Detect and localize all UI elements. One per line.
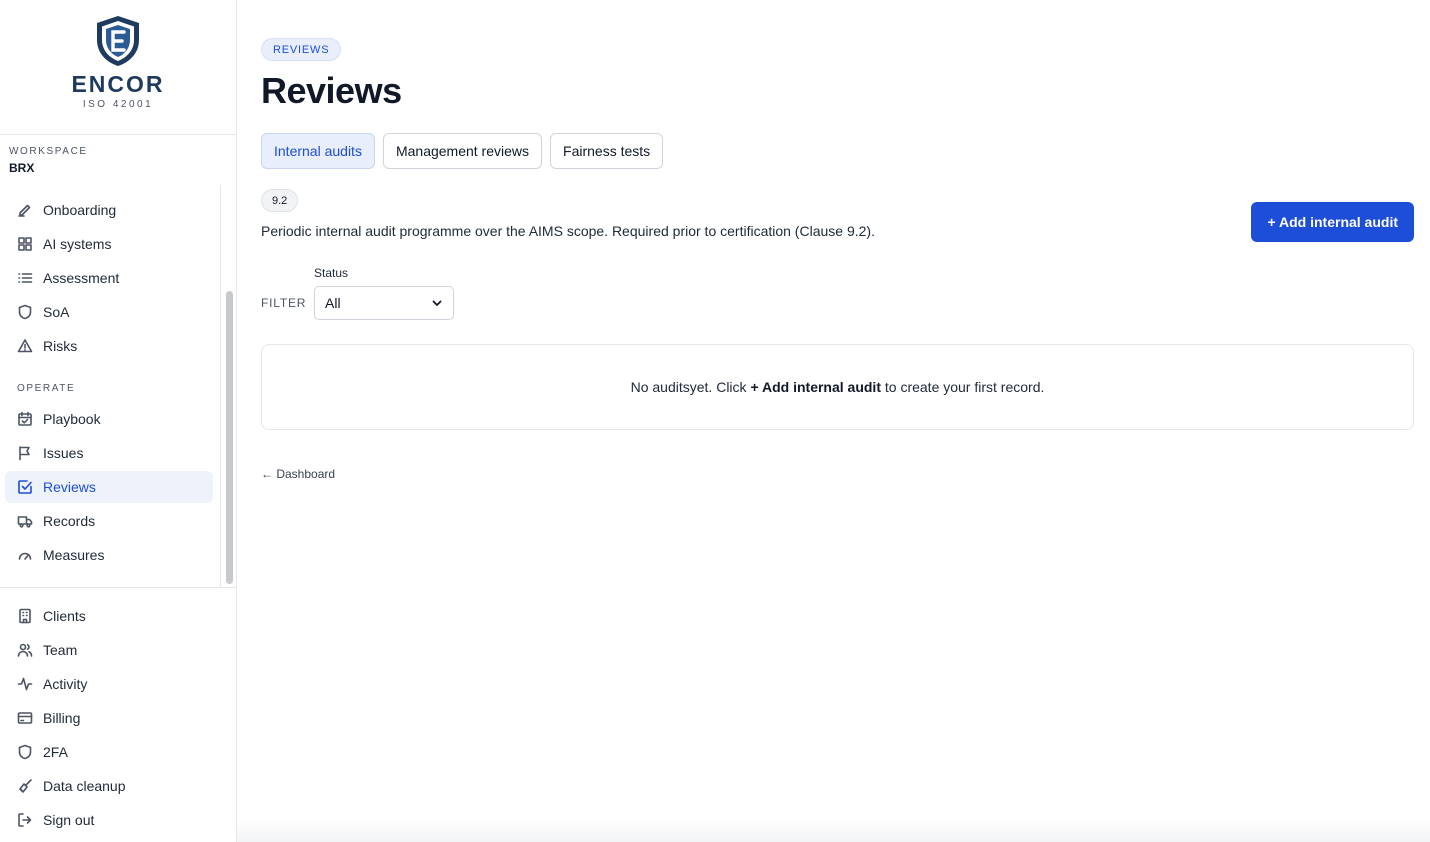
tab-internal-audits[interactable]: Internal audits — [261, 133, 375, 169]
nav-item-label: 2FA — [43, 744, 68, 760]
nav-item-playbook[interactable]: Playbook — [5, 403, 213, 435]
nav-item-label: AI systems — [43, 236, 112, 252]
empty-text-before: No auditsyet. Click — [630, 379, 751, 395]
nav-item-label: Data cleanup — [43, 778, 126, 794]
nav-item-label: Playbook — [43, 411, 101, 427]
sidebar: ENCOR ISO 42001 WORKSPACE BRX Onboarding… — [0, 0, 237, 842]
add-internal-audit-button[interactable]: + Add internal audit — [1251, 202, 1414, 242]
status-label: Status — [314, 266, 349, 280]
nav-item-billing[interactable]: Billing — [5, 702, 213, 734]
empty-text-emphasis: + Add internal audit — [750, 379, 881, 395]
nav-item-risks[interactable]: Risks — [5, 330, 213, 362]
calendar-check-icon — [17, 411, 33, 427]
nav-item-label: Activity — [43, 676, 88, 692]
brand-logo[interactable]: ENCOR ISO 42001 — [0, 0, 236, 135]
empty-state: No auditsyet. Click + Add internal audit… — [261, 344, 1414, 430]
list-icon — [17, 270, 33, 286]
nav-item-ai-systems[interactable]: AI systems — [5, 228, 213, 260]
chevron-down-icon — [432, 300, 442, 306]
section-pill: REVIEWS — [261, 38, 342, 61]
building-icon — [17, 608, 33, 624]
shield-icon — [17, 304, 33, 320]
broom-icon — [17, 778, 33, 794]
nav-item-clients[interactable]: Clients — [5, 600, 213, 632]
brand-name: ENCOR — [71, 71, 165, 97]
grid-icon — [17, 236, 33, 252]
bottom-nav: Clients Team Activity Billing 2FA Data c… — [0, 588, 236, 842]
clause-badge: 9.2 — [261, 189, 299, 212]
nav-item-records[interactable]: Records — [5, 505, 213, 537]
workspace-label: WORKSPACE — [9, 146, 88, 157]
nav-item-label: Risks — [43, 338, 78, 354]
nav-item-data-cleanup[interactable]: Data cleanup — [5, 770, 213, 802]
nav-item-activity[interactable]: Activity — [5, 668, 213, 700]
gauge-icon — [17, 547, 33, 563]
filter-label: FILTER — [261, 296, 307, 310]
credit-card-icon — [17, 710, 33, 726]
nav-item-issues[interactable]: Issues — [5, 437, 213, 469]
bottom-fade — [237, 820, 1430, 842]
main-content: REVIEWS Reviews Internal audits Manageme… — [261, 0, 1414, 842]
nav-list: Onboarding AI systems Assessment SoA Ris… — [0, 185, 221, 588]
nav-scrollbar-thumb[interactable] — [226, 291, 233, 584]
status-select-value: All — [325, 295, 341, 311]
nav-scroll-area[interactable]: Onboarding AI systems Assessment SoA Ris… — [0, 185, 236, 588]
nav-item-sign-out[interactable]: Sign out — [5, 804, 213, 836]
tab-management-reviews[interactable]: Management reviews — [382, 133, 543, 169]
back-to-dashboard-link[interactable]: ← Dashboard — [261, 467, 335, 481]
check-square-icon — [17, 479, 33, 495]
tab-fairness-tests[interactable]: Fairness tests — [550, 133, 664, 169]
shield-logo-icon — [97, 16, 139, 66]
pen-icon — [17, 202, 33, 218]
nav-item-assessment[interactable]: Assessment — [5, 262, 213, 294]
nav-item-label: SoA — [43, 304, 70, 320]
nav-item-2fa[interactable]: 2FA — [5, 736, 213, 768]
nav-item-label: Issues — [43, 445, 84, 461]
truck-icon — [17, 513, 33, 529]
empty-state-text: No auditsyet. Click + Add internal audit… — [631, 379, 1045, 395]
section-description: Periodic internal audit programme over t… — [261, 223, 875, 239]
nav-item-label: Team — [43, 642, 78, 658]
status-select[interactable]: All — [314, 286, 454, 320]
nav-scrollbar[interactable] — [223, 185, 236, 588]
shield-icon — [17, 744, 33, 760]
nav-item-label: Records — [43, 513, 96, 529]
nav-item-reviews[interactable]: Reviews — [5, 471, 213, 503]
review-tabs: Internal audits Management reviews Fairn… — [261, 133, 664, 169]
nav-item-onboarding[interactable]: Onboarding — [5, 194, 213, 226]
workspace-value: BRX — [9, 161, 35, 175]
flag-icon — [17, 445, 33, 461]
nav-item-soa[interactable]: SoA — [5, 296, 213, 328]
warning-icon — [17, 338, 33, 354]
brand-subtitle: ISO 42001 — [82, 99, 154, 110]
nav-item-label: Measures — [43, 547, 105, 563]
nav-item-label: Billing — [43, 710, 81, 726]
sign-out-icon — [17, 812, 33, 828]
page-title: Reviews — [261, 70, 402, 111]
empty-text-after: to create your first record. — [880, 379, 1045, 395]
nav-item-label: Reviews — [43, 479, 96, 495]
nav-item-measures[interactable]: Measures — [5, 539, 213, 571]
nav-item-label: Clients — [43, 608, 86, 624]
activity-icon — [17, 676, 33, 692]
nav-item-team[interactable]: Team — [5, 634, 213, 666]
workspace-selector[interactable]: WORKSPACE BRX — [0, 135, 236, 185]
nav-item-label: Assessment — [43, 270, 120, 286]
nav-item-label: Sign out — [43, 812, 95, 828]
nav-item-label: Onboarding — [43, 202, 117, 218]
users-icon — [17, 642, 33, 658]
section-label-operate: OPERATE — [17, 383, 76, 394]
